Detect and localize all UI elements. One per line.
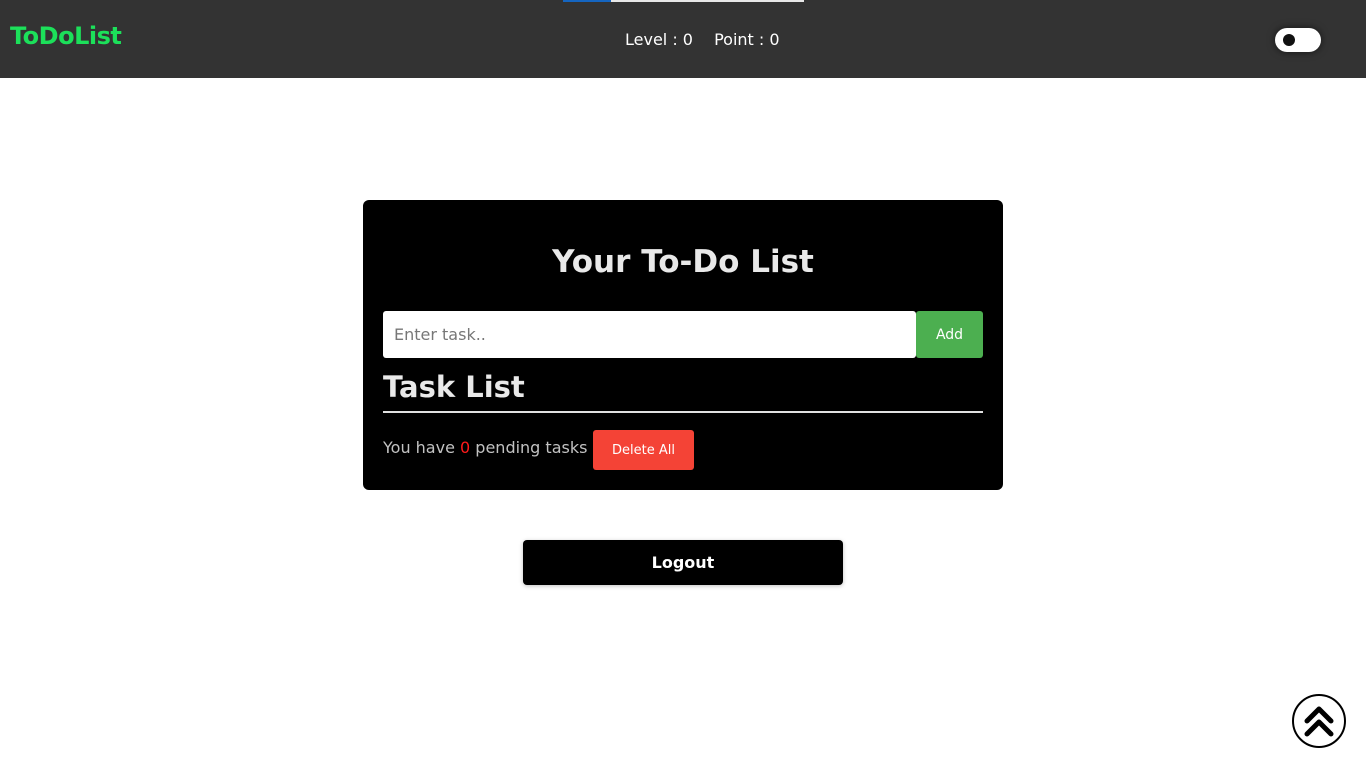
task-input[interactable]	[383, 311, 916, 358]
navbar: ToDoList Level : 0 Point : 0	[0, 0, 1366, 78]
scroll-to-top-button[interactable]	[1292, 694, 1346, 748]
pending-suffix: pending tasks	[475, 438, 588, 457]
todo-card: Your To-Do List Add Task List You have 0…	[363, 200, 1003, 490]
card-title: Your To-Do List	[552, 244, 814, 280]
theme-toggle[interactable]	[1275, 28, 1321, 52]
delete-all-button[interactable]: Delete All	[593, 430, 694, 470]
user-stats: Level : 0 Point : 0	[625, 30, 780, 49]
level-indicator: Level : 0	[625, 30, 693, 49]
point-indicator: Point : 0	[714, 30, 780, 49]
task-list-divider	[383, 411, 983, 413]
add-task-button[interactable]: Add	[916, 311, 983, 358]
toggle-switch-icon	[1283, 34, 1295, 46]
level-progress-bar	[563, 0, 804, 2]
logout-button[interactable]: Logout	[523, 540, 843, 585]
level-progress-fill	[563, 0, 612, 2]
brand-logo[interactable]: ToDoList	[10, 22, 122, 50]
pending-count: 0	[460, 438, 471, 457]
pending-prefix: You have	[383, 438, 455, 457]
task-list-heading: Task List	[383, 370, 525, 404]
pending-tasks-text: You have 0 pending tasks	[383, 438, 587, 457]
double-chevron-up-icon	[1304, 706, 1334, 737]
